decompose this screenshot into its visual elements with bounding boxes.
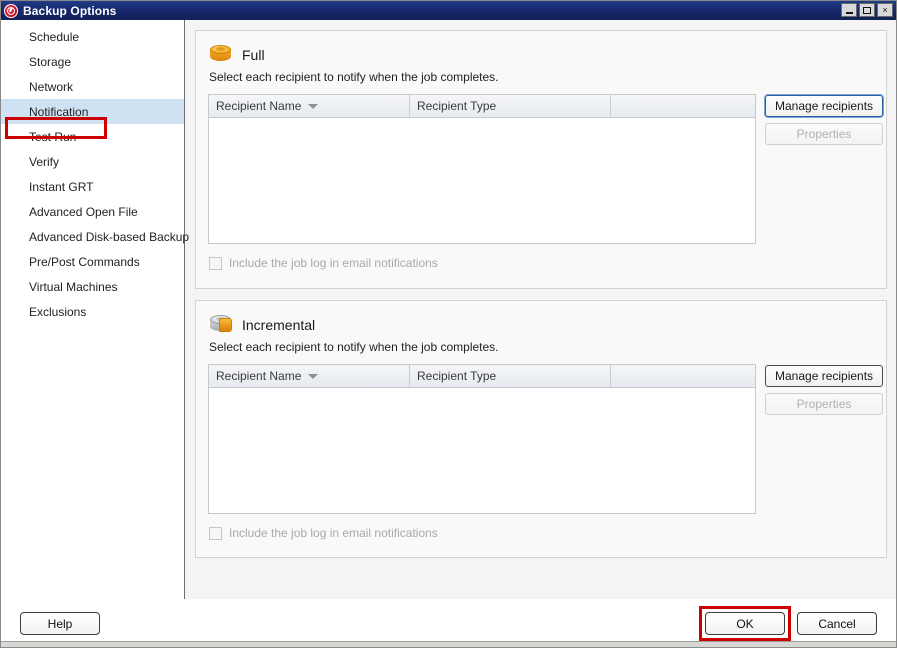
dialog-footer: Help OK Cancel	[1, 599, 896, 647]
table-header: Recipient Name Recipient Type	[209, 95, 755, 118]
full-group-header: Full	[208, 41, 874, 69]
sidebar-item-label: Advanced Disk-based Backup	[29, 229, 190, 244]
properties-button: Properties	[765, 123, 884, 145]
full-group-description: Select each recipient to notify when the…	[209, 70, 499, 84]
ok-button[interactable]: OK	[705, 612, 785, 635]
sidebar-item-network[interactable]: Network	[1, 74, 184, 99]
sidebar-item-label: Instant GRT	[29, 179, 94, 194]
incremental-backup-group: Incremental Select each recipient to not…	[195, 300, 887, 558]
sidebar-item-advanced-disk-based-backup[interactable]: Advanced Disk-based Backup	[1, 224, 189, 249]
properties-button: Properties	[765, 393, 884, 415]
backup-exec-logo-icon	[4, 3, 18, 18]
column-header-label: Recipient Name	[216, 369, 302, 383]
table-header: Recipient Name Recipient Type	[209, 365, 755, 388]
options-sidebar: Schedule Storage Network Notification Te…	[1, 20, 189, 600]
sidebar-item-label: Pre/Post Commands	[29, 254, 140, 269]
full-backup-disk-icon	[208, 44, 233, 66]
sidebar-item-label: Notification	[29, 104, 89, 119]
notification-panel: Full Select each recipient to notify whe…	[185, 20, 896, 600]
include-job-log-checkbox	[209, 526, 222, 540]
incremental-group-header: Incremental	[208, 311, 874, 339]
window-bottom-edge	[1, 641, 896, 647]
full-include-job-log-row: Include the job log in email notificatio…	[209, 256, 874, 270]
cancel-button[interactable]: Cancel	[797, 612, 877, 635]
column-header-label: Recipient Name	[216, 99, 302, 113]
full-recipients-table[interactable]: Recipient Name Recipient Type	[208, 94, 756, 244]
incremental-recipients-table[interactable]: Recipient Name Recipient Type	[208, 364, 756, 514]
full-group-title: Full	[242, 47, 265, 63]
sidebar-item-label: Schedule	[29, 29, 80, 44]
incremental-include-job-log-row: Include the job log in email notificatio…	[209, 526, 874, 540]
button-label: Properties	[796, 397, 852, 411]
sort-descending-icon	[308, 373, 319, 379]
button-label: Help	[47, 616, 73, 631]
sort-descending-icon	[308, 103, 319, 109]
button-label: Properties	[796, 127, 852, 141]
manage-recipients-button[interactable]: Manage recipients	[765, 365, 884, 387]
sidebar-item-label: Network	[29, 79, 74, 94]
close-icon: ×	[882, 4, 888, 15]
sidebar-item-label: Exclusions	[29, 304, 87, 319]
sidebar-item-label: Advanced Open File	[29, 204, 138, 219]
incremental-group-title: Incremental	[242, 317, 316, 333]
column-header-recipient-type[interactable]: Recipient Type	[410, 365, 611, 387]
column-header-recipient-name[interactable]: Recipient Name	[209, 95, 410, 117]
dialog-body: Schedule Storage Network Notification Te…	[1, 20, 896, 600]
include-job-log-label: Include the job log in email notificatio…	[229, 256, 438, 270]
full-recipients-row: Recipient Name Recipient Type Manage rec…	[208, 94, 884, 244]
backup-options-dialog: Backup Options × Schedule Storage Networ…	[0, 0, 897, 648]
column-header-recipient-name[interactable]: Recipient Name	[209, 365, 410, 387]
table-body-empty[interactable]	[209, 388, 755, 513]
button-label: Cancel	[818, 616, 856, 631]
sidebar-item-advanced-open-file[interactable]: Advanced Open File	[1, 199, 184, 224]
incremental-recipients-row: Recipient Name Recipient Type Manage rec…	[208, 364, 884, 514]
title-bar: Backup Options ×	[1, 1, 896, 20]
sidebar-item-exclusions[interactable]: Exclusions	[1, 299, 184, 324]
sidebar-item-pre-post-commands[interactable]: Pre/Post Commands	[1, 249, 184, 274]
maximize-button[interactable]	[859, 3, 875, 17]
footer-actions: OK Cancel	[699, 606, 877, 641]
sidebar-item-schedule[interactable]: Schedule	[1, 24, 184, 49]
sidebar-item-label: Virtual Machines	[29, 279, 118, 294]
column-header-blank[interactable]	[611, 365, 755, 387]
help-button[interactable]: Help	[20, 612, 100, 635]
button-label: Manage recipients	[775, 99, 874, 113]
table-body-empty[interactable]	[209, 118, 755, 243]
column-header-label: Recipient Type	[417, 369, 497, 383]
sidebar-item-test-run[interactable]: Test Run	[1, 124, 184, 149]
sidebar-item-verify[interactable]: Verify	[1, 149, 184, 174]
manage-recipients-button[interactable]: Manage recipients	[765, 95, 884, 117]
button-label: OK	[736, 616, 754, 631]
column-header-blank[interactable]	[611, 95, 755, 117]
incremental-backup-disk-icon	[208, 314, 233, 336]
button-label: Manage recipients	[775, 369, 874, 383]
sidebar-item-virtual-machines[interactable]: Virtual Machines	[1, 274, 184, 299]
sidebar-item-label: Verify	[29, 154, 60, 169]
minimize-button[interactable]	[841, 3, 857, 17]
close-button[interactable]: ×	[877, 3, 893, 17]
sidebar-item-notification[interactable]: Notification	[1, 99, 184, 124]
column-header-label: Recipient Type	[417, 99, 497, 113]
sidebar-item-label: Storage	[29, 54, 72, 69]
column-header-recipient-type[interactable]: Recipient Type	[410, 95, 611, 117]
sidebar-item-instant-grt[interactable]: Instant GRT	[1, 174, 184, 199]
sidebar-item-storage[interactable]: Storage	[1, 49, 184, 74]
incremental-actions: Manage recipients Properties	[765, 364, 884, 415]
full-backup-group: Full Select each recipient to notify whe…	[195, 30, 887, 289]
full-actions: Manage recipients Properties	[765, 94, 884, 145]
sidebar-item-label: Test Run	[29, 129, 77, 144]
window-title: Backup Options	[23, 3, 117, 18]
include-job-log-checkbox	[209, 256, 222, 270]
window-controls: ×	[841, 3, 893, 17]
incremental-group-description: Select each recipient to notify when the…	[209, 340, 499, 354]
include-job-log-label: Include the job log in email notificatio…	[229, 526, 438, 540]
